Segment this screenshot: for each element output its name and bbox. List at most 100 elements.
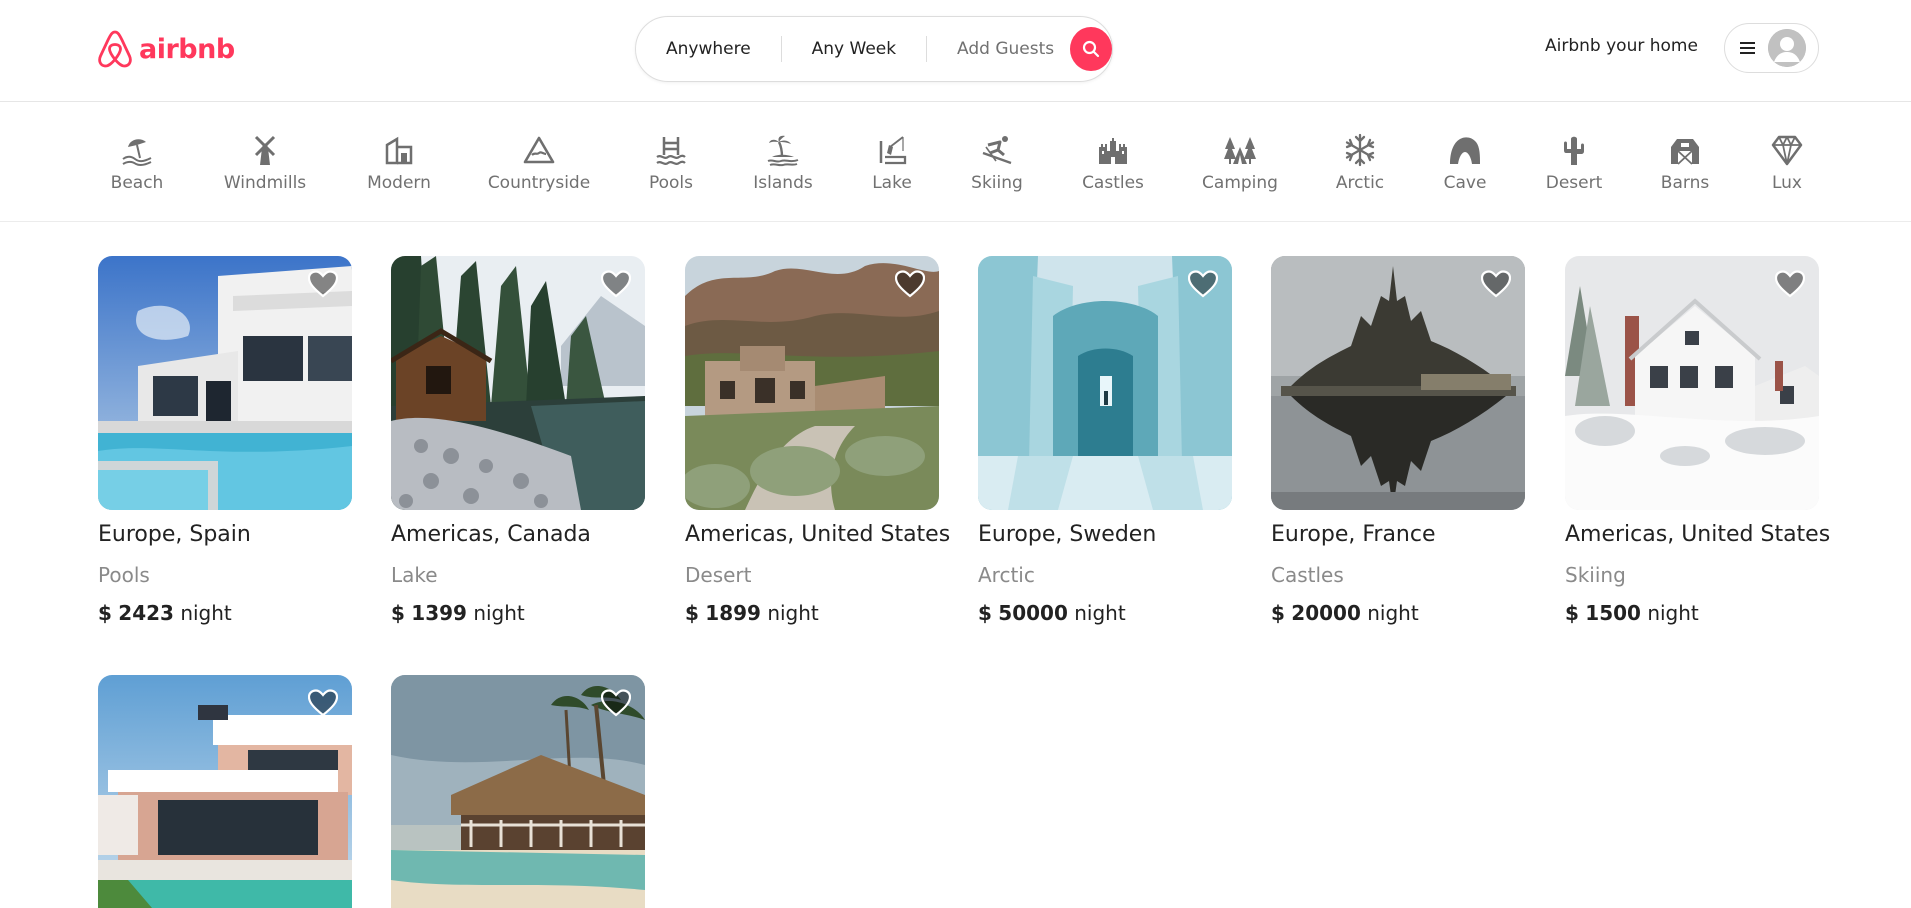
listing-location: Europe, Sweden: [978, 522, 1157, 547]
heart-icon[interactable]: [308, 270, 338, 298]
category-lake[interactable]: Lake: [837, 133, 947, 193]
beach-icon: [122, 139, 152, 167]
heart-icon[interactable]: [895, 270, 925, 298]
category-windmills[interactable]: Windmills: [210, 133, 320, 193]
island-icon: [767, 135, 799, 167]
search-guests[interactable]: Add Guests: [927, 39, 1068, 59]
listing-photo: [685, 256, 939, 510]
listing-price: $ 1399 night: [391, 601, 645, 625]
cactus-icon: [1564, 136, 1584, 165]
listing-location: Europe, France: [1271, 522, 1436, 547]
category-islands[interactable]: Islands: [728, 133, 838, 193]
category-label: Castles: [1082, 173, 1144, 193]
price-unit: night: [180, 601, 232, 625]
listing-card[interactable]: [391, 675, 645, 908]
listing-category: Pools: [98, 563, 150, 587]
category-desert[interactable]: Desert: [1519, 133, 1629, 193]
category-label: Arctic: [1335, 173, 1385, 193]
castle-icon: [1099, 138, 1127, 164]
windmill-icon: [254, 135, 276, 165]
brand-name: airbnb: [139, 33, 235, 65]
heart-icon[interactable]: [601, 689, 631, 717]
listing-price: $ 2423 night: [98, 601, 352, 625]
listing-photo: [391, 256, 645, 510]
price-unit: night: [767, 601, 819, 625]
host-link[interactable]: Airbnb your home: [1545, 36, 1698, 56]
category-cave[interactable]: Cave: [1410, 133, 1520, 193]
price-amount: 20000: [1291, 601, 1361, 625]
listing-card[interactable]: Europe, Sweden Arctic $ 50000 night: [978, 256, 1232, 625]
category-label: Skiing: [971, 173, 1023, 193]
user-avatar-icon: [1768, 29, 1806, 67]
listing-card[interactable]: Europe, Spain Pools $ 2423 night: [98, 256, 352, 625]
search-icon: [1082, 40, 1100, 58]
listing-card[interactable]: Americas, United States Skiing $ 1500 ni…: [1565, 256, 1830, 625]
price-amount: 1899: [705, 601, 761, 625]
listing-price: $ 1899 night: [685, 601, 939, 625]
listing-card[interactable]: Americas, United States Desert $ 1899 ni…: [685, 256, 950, 625]
modern-house-icon: [385, 136, 413, 165]
listing-price: $ 1500 night: [1565, 601, 1819, 625]
category-modern[interactable]: Modern: [344, 133, 454, 193]
airbnb-logo[interactable]: airbnb: [97, 28, 235, 70]
search-when[interactable]: Any Week: [782, 39, 926, 59]
price-currency: $: [1271, 601, 1285, 625]
category-camping[interactable]: Camping: [1185, 133, 1295, 193]
category-label: Modern: [367, 173, 431, 193]
listing-photo: [391, 675, 645, 908]
heart-icon[interactable]: [1775, 270, 1805, 298]
listing-category: Lake: [391, 563, 438, 587]
category-beach[interactable]: Beach: [82, 133, 192, 193]
category-pools[interactable]: Pools: [616, 133, 726, 193]
category-barns[interactable]: Barns: [1630, 133, 1740, 193]
user-menu-button[interactable]: [1724, 23, 1819, 73]
listing-card[interactable]: Americas, Canada Lake $ 1399 night: [391, 256, 645, 625]
heart-icon[interactable]: [1481, 270, 1511, 298]
price-unit: night: [1074, 601, 1126, 625]
price-unit: night: [1367, 601, 1419, 625]
category-arctic[interactable]: Arctic: [1305, 133, 1415, 193]
listing-photo: [1271, 256, 1525, 510]
diamond-icon: [1771, 135, 1803, 166]
price-currency: $: [978, 601, 992, 625]
category-lux[interactable]: Lux: [1732, 133, 1842, 193]
listing-card[interactable]: [98, 675, 352, 908]
listing-category: Castles: [1271, 563, 1344, 587]
price-currency: $: [391, 601, 405, 625]
price-unit: night: [1647, 601, 1699, 625]
listing-price: $ 20000 night: [1271, 601, 1525, 625]
category-label: Lux: [1771, 173, 1802, 193]
category-countryside[interactable]: Countryside: [484, 133, 594, 193]
category-label: Windmills: [223, 173, 307, 193]
heart-icon[interactable]: [1188, 270, 1218, 298]
hamburger-menu-icon: [1740, 42, 1755, 54]
listing-price: $ 50000 night: [978, 601, 1232, 625]
search-button[interactable]: [1070, 27, 1112, 71]
heart-icon[interactable]: [601, 270, 631, 298]
search-where[interactable]: Anywhere: [636, 39, 781, 59]
category-castles[interactable]: Castles: [1058, 133, 1168, 193]
price-currency: $: [98, 601, 112, 625]
category-label: Islands: [753, 173, 813, 193]
category-label: Countryside: [487, 173, 591, 193]
category-label: Beach: [110, 173, 164, 193]
listing-card[interactable]: Europe, France Castles $ 20000 night: [1271, 256, 1525, 625]
listing-category: Skiing: [1565, 563, 1626, 587]
heart-icon[interactable]: [308, 689, 338, 717]
search-bar[interactable]: Anywhere Any Week Add Guests: [635, 16, 1113, 82]
skiing-icon: [982, 136, 1012, 165]
lake-icon: [879, 136, 907, 165]
snowflake-icon: [1345, 133, 1375, 167]
category-label: Desert: [1545, 173, 1603, 193]
listing-category: Arctic: [978, 563, 1035, 587]
barn-icon: [1671, 139, 1699, 165]
price-amount: 1399: [411, 601, 467, 625]
listing-photo: [98, 675, 352, 908]
price-amount: 50000: [998, 601, 1068, 625]
airbnb-logo-icon: [98, 30, 132, 68]
price-unit: night: [473, 601, 525, 625]
listing-category: Desert: [685, 563, 752, 587]
pool-icon: [656, 137, 686, 165]
top-header: airbnb Anywhere Any Week Add Guests Airb…: [0, 0, 1911, 102]
category-skiing[interactable]: Skiing: [942, 133, 1052, 193]
